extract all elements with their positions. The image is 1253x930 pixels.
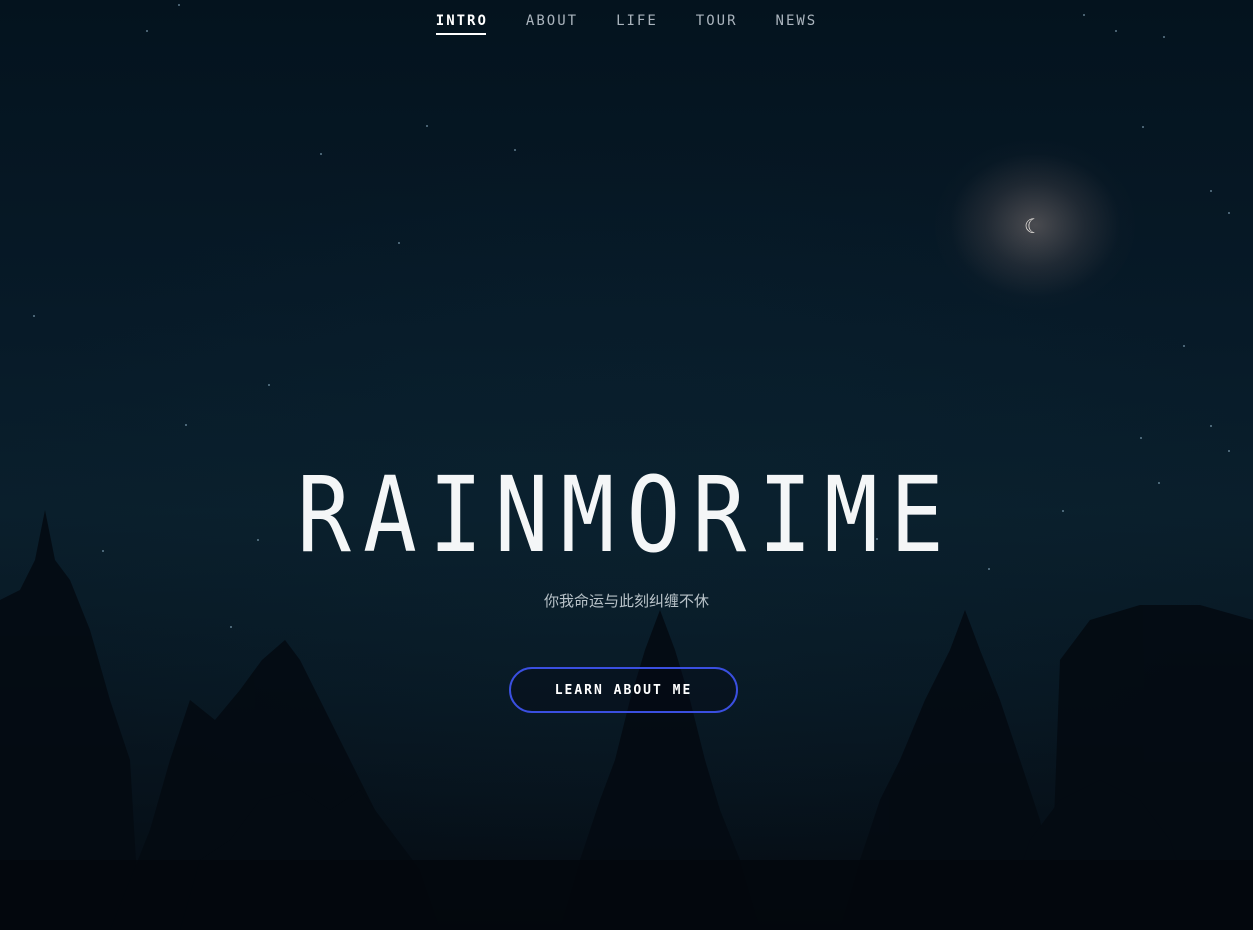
ground-shadow [0,860,1253,930]
hero-subtitle: 你我命运与此刻纠缠不休 [543,592,709,610]
hero-section: ☾ INTRO ABOUT LIFE TOUR NEWS RAINMORIME … [0,0,1253,930]
hero-title: RAINMORIME [297,454,956,576]
top-nav: INTRO ABOUT LIFE TOUR NEWS [0,0,1253,44]
nav-item-tour[interactable]: TOUR [696,0,738,29]
nav-item-life[interactable]: LIFE [616,0,658,29]
learn-about-me-button[interactable]: LEARN ABOUT ME [509,667,738,713]
nav-item-about[interactable]: ABOUT [526,0,578,29]
nav-item-news[interactable]: NEWS [776,0,818,29]
nav-item-intro[interactable]: INTRO [435,0,488,35]
